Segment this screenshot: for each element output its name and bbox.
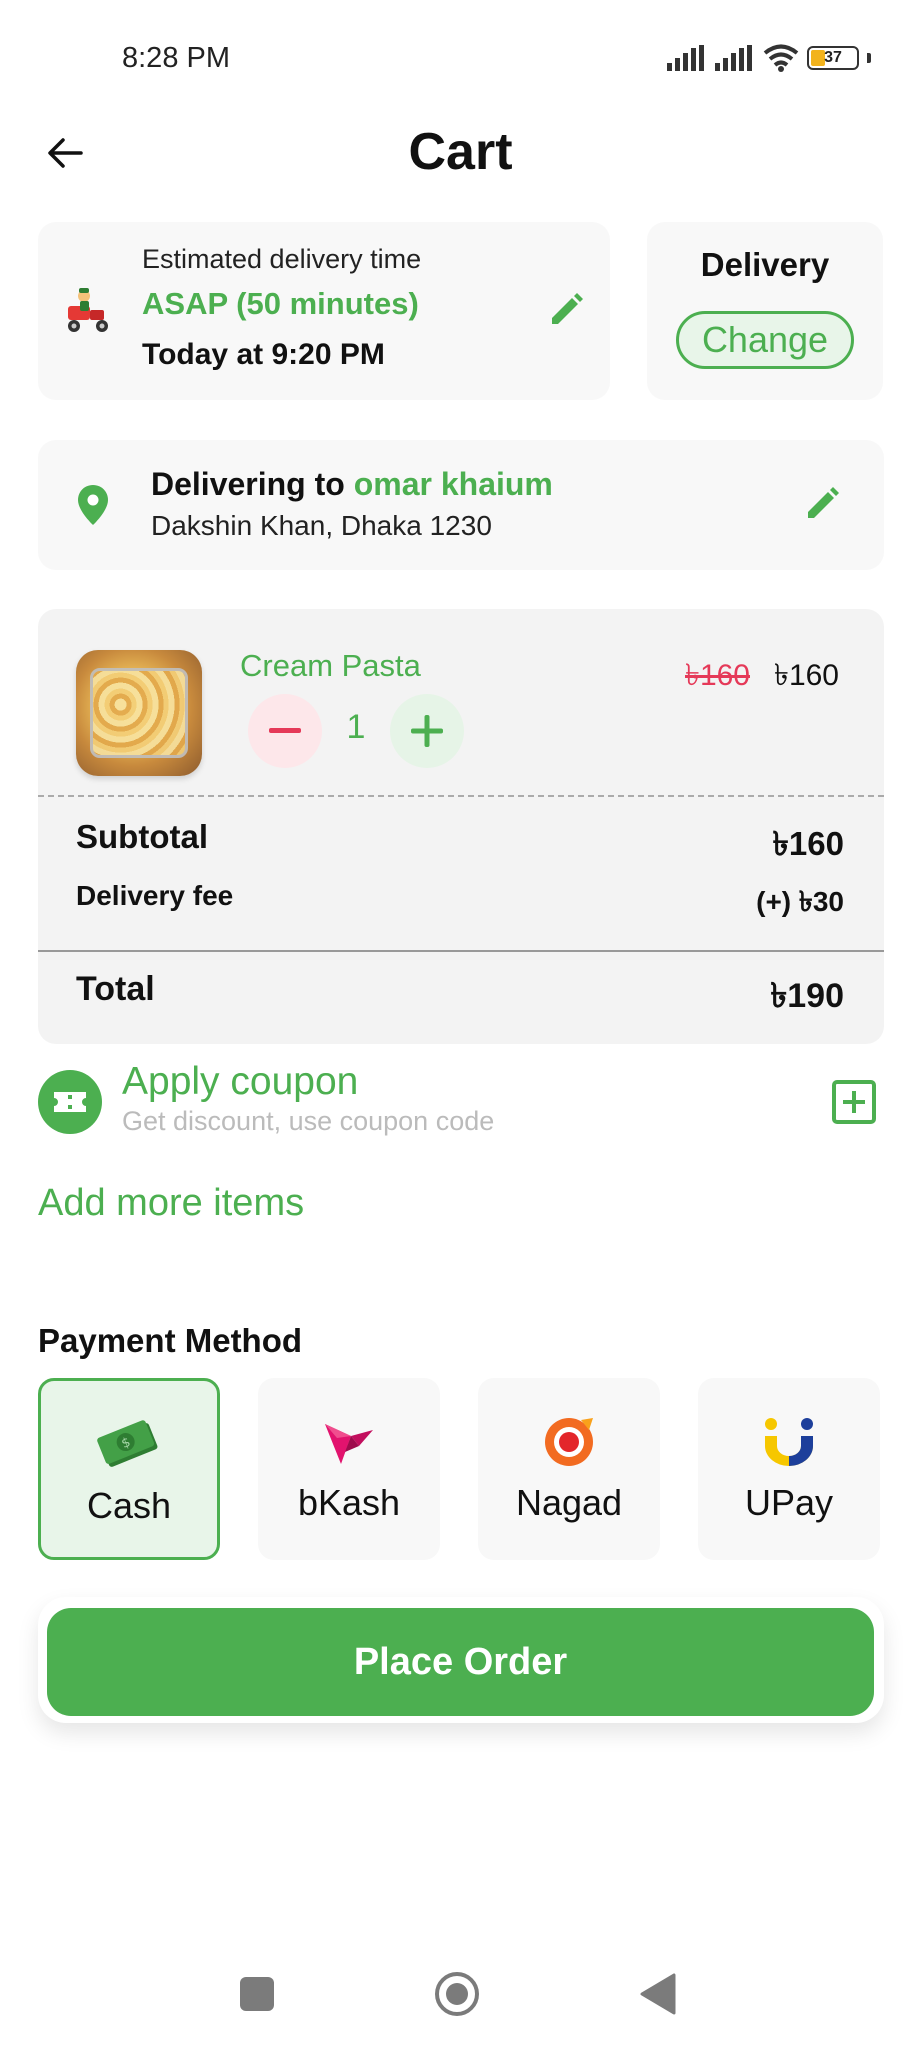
delivery-scooter-icon	[68, 288, 108, 332]
location-pin-icon	[78, 485, 108, 525]
edit-address-icon[interactable]	[802, 484, 842, 524]
address-line: Dakshin Khan, Dhaka 1230	[151, 510, 492, 541]
item-quantity: 1	[346, 708, 366, 746]
total-value: ৳190	[770, 977, 844, 1015]
eta-asap: ASAP (50 minutes)	[142, 286, 419, 321]
payment-label-upay: UPay	[744, 1482, 834, 1523]
recent-apps-button[interactable]	[240, 1977, 274, 2011]
address-card[interactable]	[38, 440, 884, 570]
signal-icon	[715, 45, 752, 71]
wifi-icon	[763, 44, 799, 72]
payment-option-cash[interactable]: $ Cash	[38, 1378, 220, 1560]
apply-coupon-title[interactable]: Apply coupon	[122, 1060, 358, 1104]
status-icons: 37	[667, 44, 871, 72]
upay-icon	[765, 1418, 813, 1466]
item-name: Cream Pasta	[240, 648, 421, 683]
battery-level: 37	[824, 49, 842, 66]
eta-today: Today at 9:20 PM	[142, 338, 385, 371]
recipient-name: omar khaium	[353, 466, 553, 502]
payment-method-title: Payment Method	[38, 1322, 303, 1359]
delivery-fee-label: Delivery fee	[76, 880, 234, 911]
nagad-icon	[545, 1418, 593, 1466]
subtotal-value: ৳160	[772, 825, 845, 862]
add-more-items-link[interactable]: Add more items	[38, 1182, 304, 1225]
status-time: 8:28 PM	[122, 42, 230, 74]
signal-icon	[667, 45, 704, 71]
ticket-icon	[54, 1092, 86, 1112]
payment-option-upay[interactable]: UPay	[698, 1378, 880, 1560]
payment-option-nagad[interactable]: Nagad	[478, 1378, 660, 1560]
home-button-icon[interactable]	[434, 1971, 480, 2017]
total-label: Total	[76, 970, 155, 1008]
dashed-divider	[38, 795, 884, 797]
bkash-icon	[325, 1424, 373, 1464]
food-image	[76, 650, 202, 776]
minus-icon	[269, 728, 301, 733]
place-order-button[interactable]: Place Order	[47, 1608, 874, 1716]
item-price: ৳160	[774, 659, 839, 692]
delivering-to-prefix: Delivering to	[151, 466, 354, 502]
increase-quantity-button[interactable]	[390, 694, 464, 768]
decrease-quantity-button[interactable]	[248, 694, 322, 768]
edit-time-icon[interactable]	[546, 290, 586, 330]
page-title: Cart	[408, 123, 513, 181]
nav-back-icon[interactable]	[640, 1973, 676, 2015]
item-old-price: ৳160	[685, 659, 750, 692]
delivery-mode-label: Delivery	[700, 246, 830, 283]
battery-icon: 37	[807, 46, 859, 70]
apply-coupon-subtitle: Get discount, use coupon code	[122, 1106, 495, 1136]
payment-label-cash: Cash	[86, 1485, 172, 1526]
payment-option-bkash[interactable]: bKash	[258, 1378, 440, 1560]
delivering-to: Delivering to omar khaium	[151, 466, 553, 503]
payment-label-bkash: bKash	[297, 1482, 401, 1523]
plus-icon	[411, 715, 443, 747]
change-delivery-button[interactable]: Change	[676, 311, 854, 369]
delivery-fee-value: (+) ৳30	[756, 886, 844, 917]
payment-label-nagad: Nagad	[515, 1482, 623, 1523]
coupon-icon[interactable]	[38, 1070, 102, 1134]
subtotal-label: Subtotal	[76, 818, 208, 855]
cash-icon: $	[97, 1420, 158, 1467]
add-coupon-icon[interactable]	[832, 1080, 876, 1124]
eta-label: Estimated delivery time	[142, 244, 422, 274]
total-divider	[38, 950, 884, 952]
